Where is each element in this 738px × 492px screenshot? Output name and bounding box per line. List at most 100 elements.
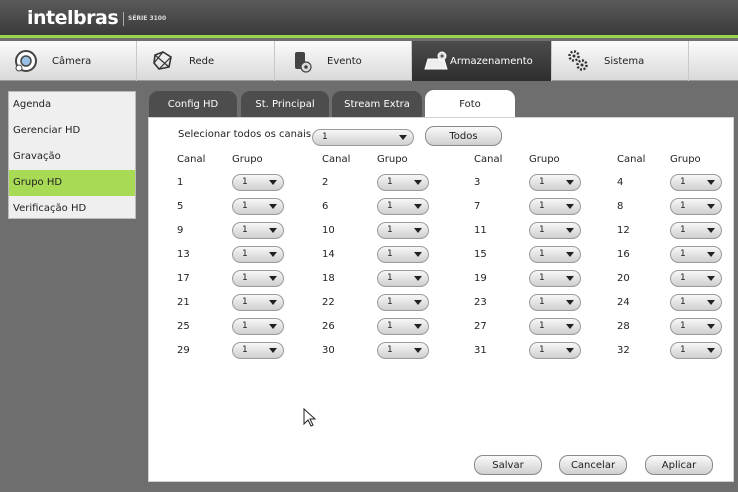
group-dropdown[interactable]: 1 bbox=[529, 198, 581, 215]
network-icon bbox=[153, 51, 172, 70]
group-dropdown[interactable]: 1 bbox=[670, 342, 722, 359]
menu-storage[interactable]: Armazenamento bbox=[412, 41, 552, 81]
save-button[interactable]: Salvar bbox=[474, 455, 542, 475]
chevron-down-icon bbox=[566, 324, 574, 329]
select-all-button[interactable]: Todos bbox=[425, 126, 502, 146]
tab-st-principal[interactable]: St. Principal bbox=[241, 91, 329, 118]
group-dropdown[interactable]: 1 bbox=[670, 174, 722, 191]
group-dropdown[interactable]: 1 bbox=[232, 246, 284, 263]
group-value: 1 bbox=[387, 225, 393, 235]
group-header: Grupo bbox=[377, 154, 408, 165]
chevron-down-icon bbox=[269, 252, 277, 257]
group-dropdown[interactable]: 1 bbox=[529, 270, 581, 287]
group-dropdown[interactable]: 1 bbox=[670, 294, 722, 311]
channel-number: 10 bbox=[322, 225, 335, 236]
channel-header: Canal bbox=[322, 154, 351, 165]
group-dropdown[interactable]: 1 bbox=[529, 294, 581, 311]
group-value: 1 bbox=[539, 225, 545, 235]
chevron-down-icon bbox=[566, 348, 574, 353]
group-value: 1 bbox=[242, 321, 248, 331]
group-value: 1 bbox=[387, 273, 393, 283]
chevron-down-icon bbox=[707, 348, 715, 353]
brand-separator bbox=[123, 12, 124, 26]
channel-number: 5 bbox=[177, 201, 184, 212]
sidebar: Agenda Gerenciar HD Gravação Grupo HD Ve… bbox=[8, 91, 136, 219]
group-value: 1 bbox=[539, 273, 545, 283]
chevron-down-icon bbox=[269, 204, 277, 209]
chevron-down-icon bbox=[414, 204, 422, 209]
group-value: 1 bbox=[539, 201, 545, 211]
group-dropdown[interactable]: 1 bbox=[232, 270, 284, 287]
sidebar-item-verificacao-hd[interactable]: Verificação HD bbox=[9, 196, 135, 222]
group-dropdown[interactable]: 1 bbox=[377, 318, 429, 335]
select-all-dropdown[interactable]: 1 bbox=[312, 129, 414, 146]
group-dropdown[interactable]: 1 bbox=[377, 198, 429, 215]
chevron-down-icon bbox=[707, 252, 715, 257]
group-dropdown[interactable]: 1 bbox=[377, 342, 429, 359]
sidebar-item-gravacao[interactable]: Gravação bbox=[9, 144, 135, 170]
group-dropdown[interactable]: 1 bbox=[232, 318, 284, 335]
group-dropdown[interactable]: 1 bbox=[377, 222, 429, 239]
menu-event[interactable]: Evento bbox=[275, 41, 412, 81]
group-dropdown[interactable]: 1 bbox=[232, 294, 284, 311]
chevron-down-icon bbox=[707, 276, 715, 281]
channel-number: 11 bbox=[474, 225, 487, 236]
group-dropdown[interactable]: 1 bbox=[529, 222, 581, 239]
chevron-down-icon bbox=[269, 180, 277, 185]
group-dropdown[interactable]: 1 bbox=[232, 342, 284, 359]
channel-number: 15 bbox=[474, 249, 487, 260]
sidebar-item-agenda[interactable]: Agenda bbox=[9, 92, 135, 118]
group-value: 1 bbox=[539, 345, 545, 355]
channel-header: Canal bbox=[617, 154, 646, 165]
group-dropdown[interactable]: 1 bbox=[670, 198, 722, 215]
menu-system-label: Sistema bbox=[604, 55, 645, 67]
group-value: 1 bbox=[387, 249, 393, 259]
group-value: 1 bbox=[680, 177, 686, 187]
group-dropdown[interactable]: 1 bbox=[232, 198, 284, 215]
menu-network[interactable]: Rede bbox=[137, 41, 275, 81]
channel-number: 4 bbox=[617, 177, 624, 188]
group-dropdown[interactable]: 1 bbox=[377, 174, 429, 191]
sidebar-item-gerenciar-hd[interactable]: Gerenciar HD bbox=[9, 118, 135, 144]
chevron-down-icon bbox=[399, 135, 407, 140]
group-value: 1 bbox=[242, 297, 248, 307]
group-dropdown[interactable]: 1 bbox=[377, 246, 429, 263]
group-dropdown[interactable]: 1 bbox=[670, 246, 722, 263]
group-dropdown[interactable]: 1 bbox=[529, 318, 581, 335]
storage-icon bbox=[424, 51, 448, 70]
group-dropdown[interactable]: 1 bbox=[670, 222, 722, 239]
sidebar-item-grupo-hd[interactable]: Grupo HD bbox=[9, 170, 135, 196]
group-dropdown[interactable]: 1 bbox=[529, 246, 581, 263]
menu-network-label: Rede bbox=[189, 55, 215, 67]
channel-number: 14 bbox=[322, 249, 335, 260]
chevron-down-icon bbox=[707, 324, 715, 329]
tab-config-hd[interactable]: Config HD bbox=[149, 91, 237, 118]
channel-number: 25 bbox=[177, 321, 190, 332]
chevron-down-icon bbox=[707, 300, 715, 305]
group-dropdown[interactable]: 1 bbox=[670, 270, 722, 287]
group-value: 1 bbox=[242, 345, 248, 355]
tab-foto[interactable]: Foto bbox=[425, 90, 515, 118]
menu-system[interactable]: Sistema bbox=[552, 41, 689, 81]
channel-number: 24 bbox=[617, 297, 630, 308]
group-dropdown[interactable]: 1 bbox=[377, 294, 429, 311]
channel-number: 8 bbox=[617, 201, 624, 212]
chevron-down-icon bbox=[414, 228, 422, 233]
group-dropdown[interactable]: 1 bbox=[670, 318, 722, 335]
channel-number: 12 bbox=[617, 225, 630, 236]
group-dropdown[interactable]: 1 bbox=[529, 174, 581, 191]
group-dropdown[interactable]: 1 bbox=[529, 342, 581, 359]
apply-button[interactable]: Aplicar bbox=[645, 455, 713, 475]
channel-number: 9 bbox=[177, 225, 184, 236]
event-icon bbox=[295, 52, 312, 73]
chevron-down-icon bbox=[269, 324, 277, 329]
cancel-button[interactable]: Cancelar bbox=[559, 455, 627, 475]
menu-camera[interactable]: Câmera bbox=[0, 41, 137, 81]
group-dropdown[interactable]: 1 bbox=[232, 174, 284, 191]
tab-stream-extra[interactable]: Stream Extra bbox=[332, 91, 422, 118]
chevron-down-icon bbox=[566, 228, 574, 233]
channel-number: 29 bbox=[177, 345, 190, 356]
chevron-down-icon bbox=[269, 276, 277, 281]
group-dropdown[interactable]: 1 bbox=[232, 222, 284, 239]
group-dropdown[interactable]: 1 bbox=[377, 270, 429, 287]
